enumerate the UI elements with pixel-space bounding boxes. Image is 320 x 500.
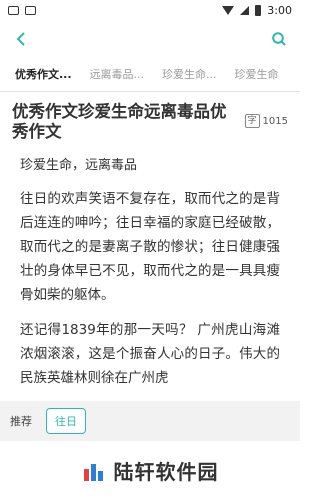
word-count: 字 1015 [244,114,288,128]
app-bar [0,21,300,57]
tab-1[interactable]: 优秀作文... [6,66,81,82]
search-icon[interactable] [268,28,290,50]
battery-icon [255,5,262,16]
notification-icon [8,6,19,15]
back-icon[interactable] [10,28,32,50]
status-bar: 3:00 [0,0,300,21]
article-header: 优秀作文珍爱生命远离毒品优秀作文 字 1015 [0,102,300,142]
watermark: 陆轩软件园 [0,441,300,500]
tab-2[interactable]: 远离毒品... [81,66,154,82]
status-time: 3:00 [267,4,292,17]
article-subtitle: 珍爱生命，远离毒品 [20,158,138,173]
paragraph: 往日的欢声笑语不复存在，取而代之的是背后连连的呻吟；往日幸福的家庭已经破散，取而… [20,191,280,303]
tab-3[interactable]: 珍爱生命... [153,66,226,82]
article-body: 珍爱生命，远离毒品 往日的欢声笑语不复存在，取而代之的是背后连连的呻吟；往日幸福… [0,154,300,390]
recommend-chip[interactable]: 往日 [46,408,86,434]
word-count-value: 1015 [262,115,288,127]
word-count-badge: 字 [244,114,260,128]
tab-4[interactable]: 珍爱生命 [226,66,288,82]
wifi-icon [222,6,235,15]
signal-icon [240,6,250,15]
recommend-bar: 推荐 往日 [0,401,300,441]
image-notification-icon [25,6,36,15]
article-title: 优秀作文珍爱生命远离毒品优秀作文 [12,102,227,141]
recommend-label: 推荐 [10,415,32,428]
watermark-logo-icon [83,463,103,481]
paragraph: 还记得1839年的那一天吗？ 广州虎山海滩浓烟滚滚，这是个振奋人心的日子。伟大的… [20,322,280,386]
watermark-text: 陆轩软件园 [113,460,219,484]
article-tabs: 优秀作文... 远离毒品... 珍爱生命... 珍爱生命 [0,57,300,92]
